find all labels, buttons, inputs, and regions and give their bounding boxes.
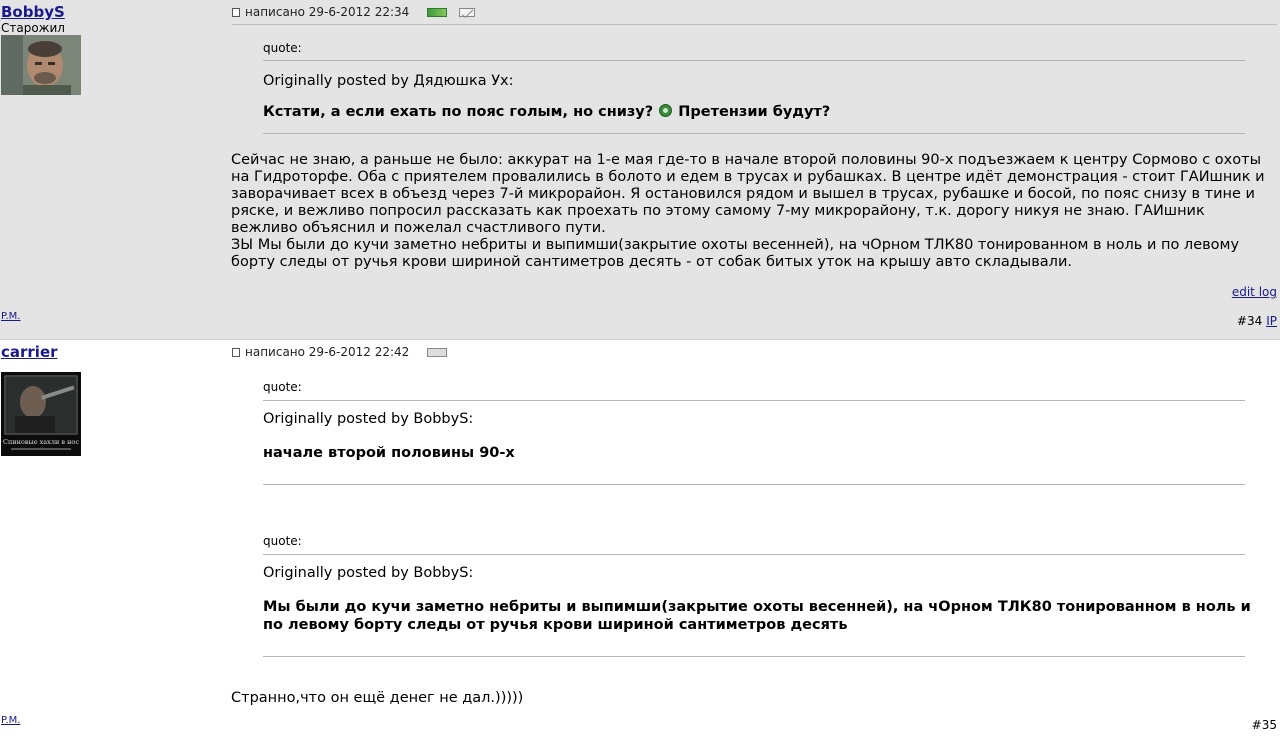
post-number: #35 [1251, 718, 1277, 732]
quote-divider [263, 656, 1245, 657]
pm-link[interactable]: P.M. [1, 715, 20, 726]
post-body: Странно,что он ещё денег не дал.))))) [231, 690, 524, 706]
pm-link[interactable]: P.M. [1, 311, 20, 322]
post-number: #34 IP [1237, 314, 1277, 328]
post-body-paragraph: ЗЫ Мы были до кучи заметно небриты и вып… [231, 237, 1240, 270]
quote-author: Originally posted by BobbyS: [263, 411, 474, 427]
quote-label: quote: [263, 41, 302, 55]
quote-text: Кстати, а если ехать по пояс голым, но с… [263, 103, 1253, 121]
profile-icon[interactable] [427, 347, 448, 357]
quote-label: quote: [263, 534, 302, 548]
quote-divider [263, 60, 1245, 61]
quote-author: Originally posted by BobbyS: [263, 565, 474, 581]
smiley-icon [659, 104, 673, 117]
post-date: написано 29-6-2012 22:42 [245, 345, 410, 359]
user-avatar-poster-icon: Спиновые хахли в нос [1, 372, 81, 456]
avatar [1, 35, 81, 95]
quote-text-part: Кстати, а если ехать по пояс голым, но с… [263, 104, 654, 120]
forum-post: carrier Спиновые хахли в нос P.M. написа… [0, 340, 1280, 745]
post-date: написано 29-6-2012 22:34 [245, 5, 410, 19]
header-divider [232, 24, 1277, 25]
post-author-column: carrier Спиновые хахли в нос P.M. [0, 340, 230, 745]
online-status-icon[interactable] [427, 7, 448, 17]
quote-divider [263, 484, 1245, 485]
quote-text: Мы были до кучи заметно небриты и выпимш… [263, 599, 1251, 633]
ip-link[interactable]: IP [1266, 314, 1277, 328]
post-number-label: #34 [1236, 314, 1263, 328]
quote-text-part: Претензии будут? [678, 104, 831, 120]
user-photo-icon [1, 35, 81, 95]
username-link[interactable]: BobbyS [1, 3, 65, 21]
email-icon[interactable] [459, 7, 476, 17]
quote-divider [263, 554, 1245, 555]
post-document-icon [232, 8, 240, 17]
edit-log-link[interactable]: edit log [1232, 285, 1277, 299]
forum-post: BobbyS Старожил P.M. написано 29-6-2012 … [0, 0, 1280, 340]
user-rank: Старожил [1, 21, 65, 35]
post-header: написано 29-6-2012 22:34 [232, 5, 476, 19]
quote-divider [263, 400, 1245, 401]
post-author-column: BobbyS Старожил P.M. [0, 0, 230, 340]
quote-author: Originally posted by Дядюшка Ух: [263, 73, 514, 89]
post-document-icon [232, 348, 240, 357]
quote-text: начале второй половины 90-х [263, 445, 515, 461]
quote-divider [263, 133, 1245, 134]
username-link[interactable]: carrier [1, 343, 58, 361]
quote-label: quote: [263, 380, 302, 394]
post-header: написано 29-6-2012 22:42 [232, 345, 448, 359]
avatar: Спиновые хахли в нос [1, 372, 81, 456]
post-body-paragraph: Сейчас не знаю, а раньше не было: аккура… [231, 152, 1265, 236]
post-body: Сейчас не знаю, а раньше не было: аккура… [231, 152, 1271, 271]
avatar-caption: Спиновые хахли в нос [3, 438, 79, 446]
